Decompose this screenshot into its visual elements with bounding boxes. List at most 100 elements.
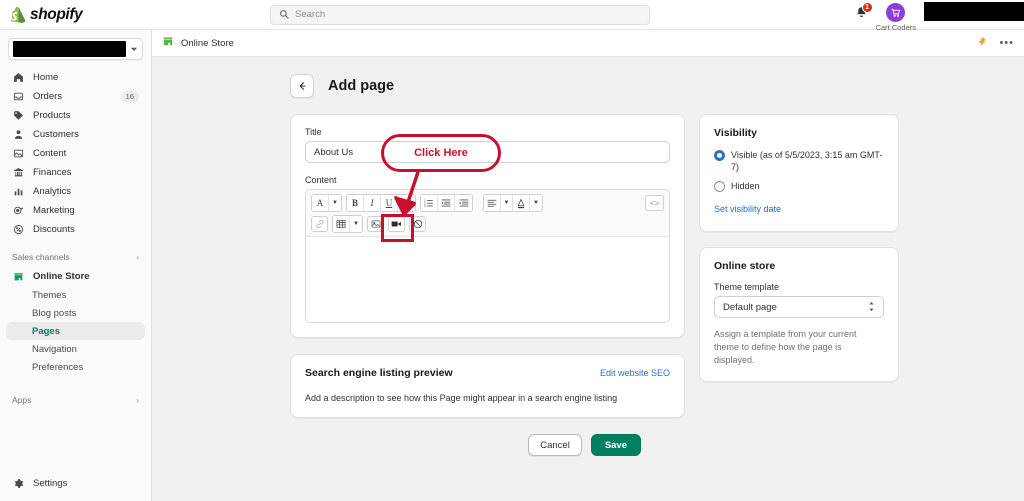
visibility-option-hidden[interactable]: Hidden — [714, 180, 884, 192]
theme-template-select[interactable]: Default page — [714, 296, 884, 318]
context-channel-label: Online Store — [181, 37, 234, 49]
search-placeholder: Search — [295, 9, 326, 20]
content-image-icon — [12, 148, 25, 159]
seo-preview-card: Search engine listing preview Edit websi… — [290, 354, 685, 418]
italic-icon[interactable]: I — [364, 195, 381, 211]
sidebar-item-label: Orders — [33, 91, 63, 102]
numbered-list-icon[interactable]: 123 — [421, 195, 438, 211]
cancel-button[interactable]: Cancel — [528, 434, 582, 456]
notifications-button[interactable]: 1 — [855, 1, 873, 24]
sales-channels-label: Sales channels — [12, 252, 70, 262]
global-search[interactable]: Search — [270, 4, 650, 25]
table-dropdown-icon[interactable]: ▼ — [350, 216, 362, 232]
sidebar-item-themes[interactable]: Themes — [6, 286, 145, 304]
home-icon — [12, 72, 25, 83]
redacted-account-bar — [924, 1, 1024, 21]
top-bar-right: 1 Cart Coders — [855, 0, 1024, 32]
font-style-group: A ▼ — [311, 194, 342, 212]
sidebar-item-navigation[interactable]: Navigation — [6, 340, 145, 358]
sidebar-item-content[interactable]: Content — [6, 144, 145, 163]
font-style-dropdown-icon[interactable]: ▼ — [329, 195, 341, 211]
context-bar: Online Store ••• — [152, 30, 1024, 57]
chevron-down-icon — [130, 40, 138, 58]
svg-text:3: 3 — [424, 204, 426, 208]
apps-label: Apps — [12, 395, 32, 405]
list-group: 123 — [420, 194, 473, 212]
account-menu[interactable]: Cart Coders — [876, 2, 916, 32]
sidebar-item-label: Customers — [33, 129, 79, 140]
title-input[interactable]: About Us — [305, 141, 670, 163]
editor-content-area[interactable] — [306, 237, 669, 322]
sidebar-item-online-store[interactable]: Online Store — [6, 267, 145, 286]
code-brackets-icon[interactable]: <> — [645, 195, 664, 211]
visibility-title: Visibility — [714, 127, 757, 139]
shopify-logo[interactable]: shopify — [0, 6, 270, 24]
avatar — [886, 2, 906, 22]
radio-hidden[interactable] — [714, 181, 725, 192]
sidebar-item-preferences[interactable]: Preferences — [6, 358, 145, 376]
insert-image-icon[interactable] — [367, 216, 384, 232]
outdent-icon[interactable] — [438, 195, 455, 211]
insert-video-icon[interactable] — [388, 216, 405, 232]
bold-icon[interactable]: B — [347, 195, 364, 211]
orders-count-badge: 16 — [120, 91, 139, 102]
code-view-glyph: <> — [649, 198, 660, 208]
title-label: Title — [305, 127, 322, 137]
rich-text-editor[interactable]: A ▼ B I U 1 2 3 ▼ ▼ <> ▼ — [305, 189, 670, 323]
page-columns: Title About Us Content A ▼ B I U 1 2 3 ▼… — [152, 98, 1024, 456]
bulleted-list-icon[interactable] — [398, 195, 415, 211]
sidebar-subitem-label: Blog posts — [32, 307, 77, 319]
sidebar-item-analytics[interactable]: Analytics — [6, 182, 145, 201]
sidebar-item-discounts[interactable]: Discounts — [6, 220, 145, 239]
sidebar-item-finances[interactable]: Finances — [6, 163, 145, 182]
seo-title: Search engine listing preview — [305, 367, 453, 379]
sidebar-item-products[interactable]: Products — [6, 106, 145, 125]
pin-icon[interactable] — [976, 34, 987, 52]
sidebar-item-label: Discounts — [33, 224, 75, 235]
text-color-dropdown-icon[interactable]: ▼ — [530, 195, 542, 211]
store-switcher[interactable] — [8, 38, 143, 60]
underline-icon[interactable]: U — [381, 195, 398, 211]
text-color-icon[interactable] — [513, 195, 530, 211]
sidebar-item-label: Products — [33, 110, 71, 121]
sidebar-item-blog-posts[interactable]: Blog posts — [6, 304, 145, 322]
shopify-bag-icon — [10, 6, 26, 23]
secondary-column: Visibility Visible (as of 5/5/2023, 3:15… — [699, 114, 899, 456]
clear-formatting-icon[interactable] — [409, 216, 426, 232]
context-bar-actions: ••• — [976, 34, 1014, 52]
visibility-option-visible[interactable]: Visible (as of 5/5/2023, 3:15 am GMT-7) — [714, 149, 884, 173]
search-input[interactable]: Search — [270, 4, 650, 25]
visibility-card: Visibility Visible (as of 5/5/2023, 3:15… — [699, 114, 899, 232]
redacted-store-name — [13, 41, 126, 57]
sidebar-item-settings[interactable]: Settings — [6, 474, 145, 493]
sidebar-item-customers[interactable]: Customers — [6, 125, 145, 144]
sidebar-subitem-label: Preferences — [32, 361, 84, 373]
sidebar-item-pages[interactable]: Pages — [6, 322, 145, 340]
indent-icon[interactable] — [455, 195, 472, 211]
set-visibility-date-link[interactable]: Set visibility date — [714, 204, 781, 214]
save-button[interactable]: Save — [590, 434, 641, 456]
sidebar-item-home[interactable]: Home — [6, 68, 145, 87]
main-content: Add page Title About Us Content A ▼ B I … — [152, 57, 1024, 501]
apps-section[interactable]: Apps › — [0, 390, 151, 410]
sidebar-item-orders[interactable]: Orders 16 — [6, 87, 145, 106]
table-icon[interactable] — [333, 216, 350, 232]
settings-label: Settings — [33, 478, 68, 489]
sidebar-item-marketing[interactable]: Marketing — [6, 201, 145, 220]
font-style-icon[interactable]: A — [312, 195, 329, 211]
orders-inbox-icon — [12, 91, 25, 102]
edit-website-seo-link[interactable]: Edit website SEO — [600, 368, 670, 378]
ellipsis-icon[interactable]: ••• — [999, 37, 1014, 49]
person-icon — [12, 129, 25, 140]
sidebar-subitem-label: Themes — [32, 289, 67, 301]
link-icon[interactable] — [311, 216, 328, 232]
seo-header: Search engine listing preview Edit websi… — [305, 367, 670, 379]
sales-channels-section[interactable]: Sales channels › — [0, 247, 151, 267]
seo-description: Add a description to see how this Page m… — [305, 393, 618, 403]
radio-visible[interactable] — [714, 150, 725, 161]
theme-template-label: Theme template — [714, 282, 780, 292]
back-button[interactable] — [290, 74, 314, 98]
align-dropdown-icon[interactable]: ▼ — [501, 195, 513, 211]
sidebar-subitem-label: Pages — [32, 325, 60, 337]
align-icon[interactable] — [484, 195, 501, 211]
